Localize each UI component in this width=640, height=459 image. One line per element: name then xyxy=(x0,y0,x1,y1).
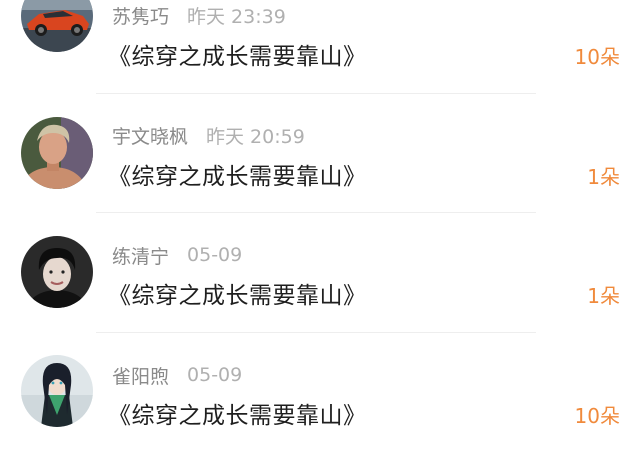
book-title[interactable]: 《综穿之成长需要靠山》 xyxy=(108,37,367,71)
portrait-avatar-icon[interactable] xyxy=(21,117,93,189)
gift-record-list: 苏隽巧 昨天 23:39 《综穿之成长需要靠山》 10朵 宇文晓枫 昨天 20:… xyxy=(0,0,640,455)
sender-meta: 宇文晓枫 昨天 20:59 xyxy=(112,121,305,149)
sender-name[interactable]: 宇文晓枫 xyxy=(112,122,188,149)
car-avatar-icon[interactable] xyxy=(21,0,93,52)
book-title[interactable]: 《综穿之成长需要靠山》 xyxy=(108,276,367,310)
gift-time: 05-09 xyxy=(187,244,243,266)
list-item[interactable]: 练清宁 05-09 《综穿之成长需要靠山》 1朵 xyxy=(0,220,640,339)
gift-time: 05-09 xyxy=(187,364,243,386)
sender-meta: 练清宁 05-09 xyxy=(112,241,242,269)
gift-time: 昨天 23:39 xyxy=(187,5,286,28)
gift-count: 10朵 xyxy=(574,45,620,69)
divider xyxy=(96,332,536,333)
sender-name[interactable]: 苏隽巧 xyxy=(112,2,169,29)
book-title[interactable]: 《综穿之成长需要靠山》 xyxy=(108,396,367,430)
list-item[interactable]: 雀阳煦 05-09 《综穿之成长需要靠山》 10朵 xyxy=(0,340,640,459)
divider xyxy=(96,93,536,94)
divider xyxy=(96,212,536,213)
sender-meta: 雀阳煦 05-09 xyxy=(112,361,242,389)
sender-name[interactable]: 练清宁 xyxy=(112,242,169,269)
gift-count: 1朵 xyxy=(587,165,620,189)
list-item[interactable]: 宇文晓枫 昨天 20:59 《综穿之成长需要靠山》 1朵 xyxy=(0,100,640,219)
book-title[interactable]: 《综穿之成长需要靠山》 xyxy=(108,157,367,191)
gift-time: 昨天 20:59 xyxy=(206,125,305,148)
list-item[interactable]: 苏隽巧 昨天 23:39 《综穿之成长需要靠山》 10朵 xyxy=(0,0,640,99)
anime-avatar-icon[interactable] xyxy=(21,355,93,427)
sender-meta: 苏隽巧 昨天 23:39 xyxy=(112,1,286,29)
sender-name[interactable]: 雀阳煦 xyxy=(112,362,169,389)
gift-count: 1朵 xyxy=(587,284,620,308)
portrait-avatar-icon[interactable] xyxy=(21,236,93,308)
gift-count: 10朵 xyxy=(574,404,620,428)
